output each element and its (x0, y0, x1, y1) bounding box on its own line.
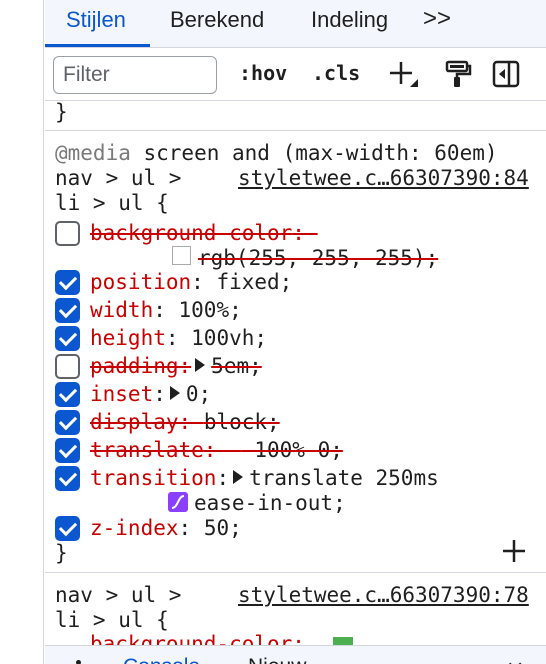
declaration-transition-continued: ease-in-out; (55, 489, 545, 517)
declaration-z-index: z-index: 50; (55, 514, 545, 542)
declaration-checkbox[interactable] (55, 326, 80, 351)
declaration-padding: padding: 5em; (55, 352, 545, 380)
drawer-menu-icon[interactable] (76, 660, 81, 664)
declaration-text[interactable]: translate: -100% 0; (90, 436, 343, 464)
declaration-checkbox[interactable] (55, 516, 80, 541)
expand-triangle-icon[interactable] (233, 470, 244, 484)
declaration-width: width: 100%; (55, 296, 545, 324)
declaration-checkbox[interactable] (55, 298, 80, 323)
declaration-checkbox[interactable] (55, 270, 80, 295)
rule-selector-line2[interactable]: li > ul { (55, 189, 169, 217)
declaration-checkbox[interactable] (55, 354, 80, 379)
color-swatch[interactable] (172, 246, 191, 265)
rule2-source-link[interactable]: styletwee.c…66307390:78 (238, 581, 529, 609)
declaration-inset: inset: 0; (55, 380, 545, 408)
declaration-text[interactable]: width: 100%; (90, 296, 242, 324)
declaration-checkbox[interactable] (55, 410, 80, 435)
rule2-selector-line1[interactable]: nav > ul > (55, 581, 181, 609)
declaration-text[interactable]: display: block; (90, 408, 280, 436)
add-rule-icon[interactable] (388, 59, 418, 89)
declaration-position: position: fixed; (55, 268, 545, 296)
hover-state-button[interactable]: :hov (239, 61, 287, 85)
declaration-text[interactable]: inset: 0; (90, 380, 211, 408)
previous-rule-close-brace: } (55, 100, 68, 124)
drawer-tab-new[interactable]: Nieuw (248, 655, 306, 664)
toggle-sidebar-icon[interactable] (491, 59, 521, 89)
declaration-text[interactable]: height: 100vh; (90, 324, 267, 352)
declaration-text[interactable]: position: fixed; (90, 268, 292, 296)
rule-source-link[interactable]: styletwee.c…66307390:84 (238, 164, 529, 192)
rule-separator (45, 572, 546, 573)
declaration-value[interactable]: ease-in-out; (194, 489, 346, 517)
rule2-selector-line2[interactable]: li > ul { (55, 606, 169, 634)
tab-computed[interactable]: Berekend (170, 7, 264, 33)
media-query-text: screen and (max-width: 60em) (130, 141, 498, 165)
declaration-display: display: block; (55, 408, 545, 436)
drawer-tab-console[interactable]: Console (123, 655, 200, 664)
declaration-height: height: 100vh; (55, 324, 545, 352)
declaration-translate: translate: -100% 0; (55, 436, 545, 464)
tab-layout[interactable]: Indeling (311, 7, 388, 33)
declaration-text[interactable]: background-color: (90, 219, 318, 247)
add-declaration-icon[interactable] (500, 537, 528, 565)
left-gutter (0, 0, 44, 664)
expand-triangle-icon[interactable] (195, 358, 206, 372)
declaration-text[interactable]: transition: translate 250ms (90, 464, 439, 492)
close-icon[interactable]: ✕ (506, 657, 524, 664)
declaration-checkbox[interactable] (55, 221, 80, 246)
rule-separator (45, 130, 546, 131)
active-tab-indicator (45, 44, 150, 47)
declaration-background-color: background-color: (55, 219, 545, 247)
tab-styles[interactable]: Stijlen (66, 7, 126, 33)
declaration-text[interactable]: padding: 5em; (90, 352, 262, 380)
media-at-keyword: @media (55, 141, 131, 165)
declaration-transition: transition: translate 250ms (55, 464, 545, 492)
declaration-checkbox[interactable] (55, 382, 80, 407)
paint-roller-icon[interactable] (443, 59, 473, 89)
declaration-text[interactable]: z-index: 50; (90, 514, 242, 542)
easing-curve-icon[interactable] (168, 492, 188, 512)
class-toggle-button[interactable]: .cls (312, 61, 360, 85)
styles-toolbar: :hov .cls (45, 48, 546, 101)
tab-overflow-chevron[interactable]: >> (423, 5, 451, 33)
declaration-checkbox[interactable] (55, 438, 80, 463)
declaration-checkbox[interactable] (55, 466, 80, 491)
rule-close-brace: } (55, 541, 68, 565)
media-query: @media screen and (max-width: 60em) (55, 139, 498, 167)
expand-triangle-icon[interactable] (169, 386, 180, 400)
filter-input[interactable] (53, 56, 217, 94)
rule-selector-line1[interactable]: nav > ul > (55, 164, 181, 192)
